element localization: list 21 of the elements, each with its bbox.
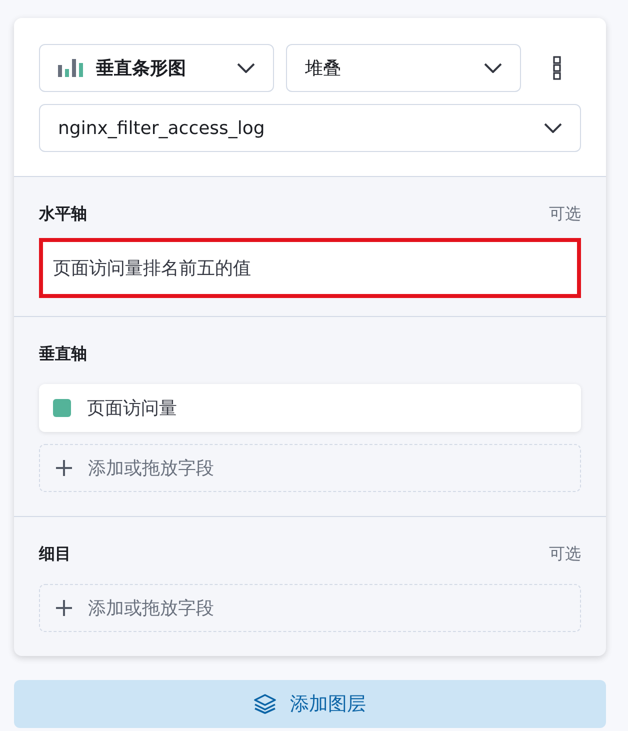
chevron-down-icon [544, 123, 562, 133]
stack-mode-dropdown[interactable]: 堆叠 [286, 44, 521, 92]
data-view-dropdown[interactable]: nginx_filter_access_log [39, 104, 581, 152]
section-title: 垂直轴 [39, 344, 87, 364]
bar-chart-icon [58, 59, 84, 77]
chevron-down-icon [237, 63, 255, 73]
add-field-dropzone[interactable]: 添加或拖放字段 [39, 444, 581, 492]
chevron-down-icon [484, 63, 502, 73]
chart-type-dropdown[interactable]: 垂直条形图 [39, 44, 274, 92]
add-field-dropzone[interactable]: 添加或拖放字段 [39, 584, 581, 632]
optional-label: 可选 [549, 204, 581, 224]
plus-icon [56, 460, 72, 476]
optional-label: 可选 [549, 544, 581, 564]
plus-icon [56, 600, 72, 616]
add-layer-button[interactable]: 添加图层 [14, 680, 606, 728]
metric-field[interactable]: 页面访问量 [39, 384, 581, 432]
section-title: 水平轴 [39, 204, 87, 224]
more-options-icon[interactable] [553, 56, 561, 80]
section-title: 细目 [39, 544, 71, 564]
dimension-field[interactable]: 页面访问量排名前五的值 [39, 238, 581, 298]
layers-icon [254, 694, 276, 714]
